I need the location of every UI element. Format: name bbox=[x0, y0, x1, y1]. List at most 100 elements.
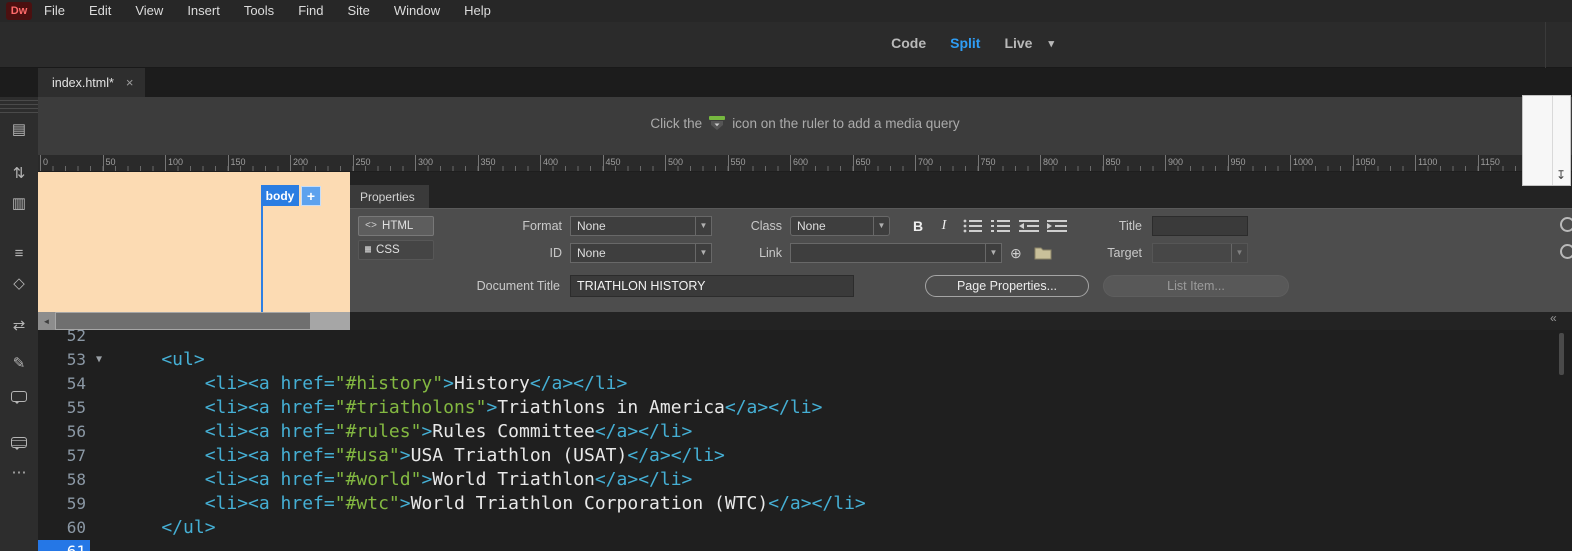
css-grid-icon: ▦ bbox=[365, 245, 372, 256]
point-to-file-icon[interactable]: ⊕ bbox=[1010, 243, 1022, 263]
title-label: Title bbox=[1118, 219, 1142, 233]
help-icon[interactable] bbox=[1560, 217, 1572, 232]
scrollbar-thumb[interactable] bbox=[56, 313, 310, 329]
document-title-label: Document Title bbox=[476, 279, 560, 293]
document-title-field[interactable] bbox=[570, 275, 854, 297]
code-line-60[interactable]: 60 </ul> bbox=[38, 516, 1572, 540]
target-dropdown: ▼ bbox=[1152, 243, 1248, 263]
ruler-tick bbox=[165, 155, 166, 171]
menu-site[interactable]: Site bbox=[335, 0, 381, 22]
bold-button[interactable]: B bbox=[908, 216, 928, 236]
menu-window[interactable]: Window bbox=[382, 0, 452, 22]
chevron-down-icon[interactable]: ▼ bbox=[873, 217, 889, 235]
menu-find[interactable]: Find bbox=[286, 0, 335, 22]
tab-close-icon[interactable]: × bbox=[126, 75, 134, 90]
menu-view[interactable]: View bbox=[123, 0, 175, 22]
format-source-icon[interactable]: ✎ bbox=[0, 348, 38, 378]
tag-selector-body[interactable]: body bbox=[261, 185, 299, 206]
code-line-content: <li><a href="#rules">Rules Committee</a>… bbox=[204, 421, 693, 442]
ordered-list-icon[interactable] bbox=[990, 218, 1012, 234]
menu-insert[interactable]: Insert bbox=[175, 0, 232, 22]
inspect-mode-icon[interactable]: ⇄ bbox=[0, 310, 38, 340]
html-mode-button[interactable]: <> HTML bbox=[358, 216, 434, 236]
properties-panel-tab[interactable]: Properties bbox=[350, 185, 429, 208]
code-line-55[interactable]: 55 <li><a href="#triatholons">Triathlons … bbox=[38, 396, 1572, 420]
page-properties-button[interactable]: Page Properties... bbox=[925, 275, 1089, 297]
live-code-icon[interactable]: ▥ bbox=[0, 188, 38, 218]
id-dropdown[interactable]: None ▼ bbox=[570, 243, 712, 263]
chevron-down-icon: ▼ bbox=[1231, 244, 1247, 262]
chevron-down-icon[interactable]: ▼ bbox=[985, 244, 1001, 262]
code-line-content: <li><a href="#wtc">World Triathlon Corpo… bbox=[204, 493, 866, 514]
code-line-54[interactable]: 54 <li><a href="#history">History</a></li… bbox=[38, 372, 1572, 396]
ruler-label: 100 bbox=[168, 157, 184, 167]
document-toolbar: Click the icon on the ruler to add a med… bbox=[38, 97, 1572, 155]
browse-folder-icon[interactable] bbox=[1034, 246, 1052, 260]
code-vertical-scrollbar[interactable] bbox=[1559, 333, 1564, 375]
menu-file[interactable]: File bbox=[32, 0, 77, 22]
ruler-tick bbox=[665, 155, 666, 171]
add-element-button[interactable]: + bbox=[301, 186, 321, 206]
panel-collapse-icon[interactable]: « bbox=[1550, 311, 1557, 325]
class-dropdown[interactable]: None ▼ bbox=[790, 216, 890, 236]
toolbar-grip[interactable] bbox=[0, 100, 38, 114]
link-combo-field[interactable]: ▼ bbox=[790, 243, 1002, 263]
format-list-icon[interactable]: ≡ bbox=[0, 238, 38, 268]
ruler-label: 150 bbox=[230, 157, 246, 167]
code-line-52[interactable]: 52 bbox=[38, 330, 1572, 348]
code-line-61[interactable]: 61 bbox=[38, 540, 1572, 551]
view-mode-split[interactable]: Split bbox=[950, 35, 980, 51]
code-comment-icon[interactable] bbox=[0, 427, 38, 457]
css-mode-label: CSS bbox=[376, 244, 400, 256]
comment-icon[interactable] bbox=[0, 381, 38, 411]
file-transfer-icon[interactable]: ⇅ bbox=[0, 158, 38, 188]
scroll-down-icon[interactable]: ↧ bbox=[1556, 169, 1566, 181]
w3c-validation-icon[interactable]: ◇ bbox=[0, 268, 38, 298]
scroll-left-arrow-icon[interactable]: ◄ bbox=[38, 312, 55, 330]
code-fold-icon[interactable]: ▼ bbox=[96, 348, 112, 372]
ruler-label: 450 bbox=[605, 157, 621, 167]
view-mode-caret-icon[interactable]: ▾ bbox=[1048, 37, 1054, 50]
code-line-57[interactable]: 57 <li><a href="#usa">USA Triathlon (USAT… bbox=[38, 444, 1572, 468]
list-item-button: List Item... bbox=[1103, 275, 1289, 297]
css-mode-button[interactable]: ▦ CSS bbox=[358, 240, 434, 260]
view-mode-code[interactable]: Code bbox=[891, 35, 926, 51]
more-options-icon[interactable]: ⋯ bbox=[0, 457, 38, 487]
design-horizontal-scrollbar[interactable]: ◄ bbox=[38, 312, 350, 330]
id-label: ID bbox=[549, 246, 563, 260]
menu-edit[interactable]: Edit bbox=[77, 0, 123, 22]
code-line-53[interactable]: 53 ▼ <ul> bbox=[38, 348, 1572, 372]
code-line-content: <li><a href="#usa">USA Triathlon (USAT)<… bbox=[204, 445, 725, 466]
document-tab-title: index.html* bbox=[52, 75, 114, 90]
ruler-tick bbox=[415, 155, 416, 171]
outdent-icon[interactable] bbox=[1018, 218, 1040, 234]
title-field[interactable] bbox=[1152, 216, 1248, 236]
format-dropdown[interactable]: None ▼ bbox=[570, 216, 712, 236]
media-query-icon bbox=[709, 116, 726, 130]
format-label: Format bbox=[522, 219, 562, 233]
ruler-label: 250 bbox=[355, 157, 371, 167]
code-line-58[interactable]: 58 <li><a href="#world">World Triathlon</… bbox=[38, 468, 1572, 492]
italic-button[interactable]: I bbox=[934, 216, 954, 236]
code-editor[interactable]: 52 53 ▼ <ul> 54 <li><a href="#history">Histor… bbox=[38, 330, 1572, 551]
format-value: None bbox=[577, 219, 606, 233]
ruler-tick bbox=[102, 155, 104, 171]
file-icon[interactable]: ▤ bbox=[0, 114, 38, 144]
app-logo-icon[interactable]: Dw bbox=[6, 2, 32, 20]
ruler[interactable]: 0 50 100 150 200 250 300 350 400 450 500 550 600 650 7… bbox=[38, 155, 1572, 172]
code-line-59[interactable]: 59 <li><a href="#wtc">World Triathlon Cor… bbox=[38, 492, 1572, 516]
view-switcher: Code Split Live ▾ bbox=[891, 35, 1054, 51]
menu-help[interactable]: Help bbox=[452, 0, 503, 22]
ruler-tick bbox=[290, 155, 291, 171]
menu-tools[interactable]: Tools bbox=[232, 0, 286, 22]
ruler-label: 900 bbox=[1168, 157, 1184, 167]
view-mode-live[interactable]: Live bbox=[1004, 35, 1032, 51]
unordered-list-icon[interactable] bbox=[962, 218, 984, 234]
code-line-56[interactable]: 56 <li><a href="#rules">Rules Committee</… bbox=[38, 420, 1572, 444]
quick-help-icon[interactable] bbox=[1560, 244, 1572, 259]
ruler-tick bbox=[1040, 155, 1041, 171]
ruler-tick bbox=[977, 155, 979, 171]
ruler-label: 1050 bbox=[1355, 157, 1376, 167]
ruler-tick bbox=[727, 155, 729, 171]
document-tab[interactable]: index.html* × bbox=[38, 68, 146, 97]
